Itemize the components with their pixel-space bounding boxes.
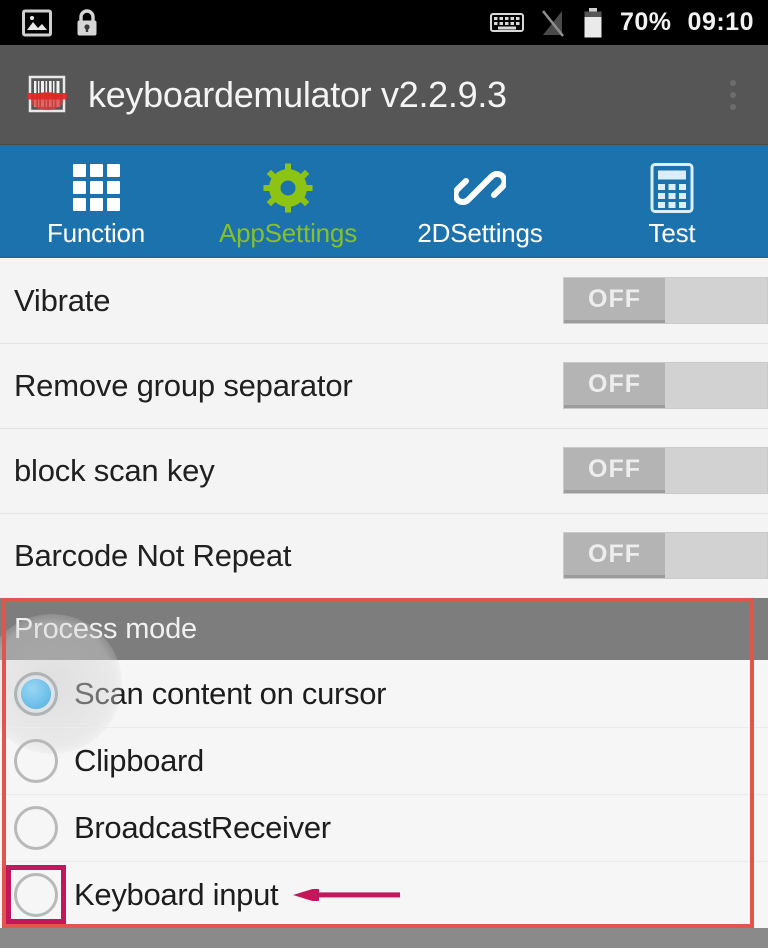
status-bar-left-icons	[22, 8, 100, 38]
tab-test-label: Test	[648, 217, 696, 248]
lock-icon	[77, 8, 97, 35]
process-mode-header: Process mode	[0, 598, 768, 660]
setting-label: Vibrate	[14, 282, 111, 318]
toggle-block-scan-key[interactable]: OFF	[563, 447, 768, 494]
status-bar-right-icons: 70% 09:10	[490, 7, 754, 39]
radio-row-broadcastreceiver[interactable]: BroadcastReceiver	[0, 794, 768, 861]
setting-label: Remove group separator	[14, 367, 353, 403]
signal-off-icon	[541, 9, 565, 37]
setting-row-block-scan-key[interactable]: block scan key OFF	[0, 428, 768, 513]
gear-icon	[262, 162, 314, 214]
battery-percent-label: 70%	[620, 8, 672, 36]
toggle-state-label: OFF	[588, 454, 641, 483]
radio-label: BroadcastReceiver	[74, 809, 331, 845]
settings-list: Vibrate OFF Remove group separator OFF b…	[0, 258, 768, 598]
app-title-bar: keyboardemulator v2.2.9.3	[0, 45, 768, 145]
toggle-state-label: OFF	[588, 539, 641, 568]
radio-row-scan-content-on-cursor[interactable]: Scan content on cursor	[0, 614, 768, 754]
grid-icon	[72, 162, 120, 214]
toggle-vibrate[interactable]: OFF	[563, 277, 768, 324]
setting-label: Barcode Not Repeat	[14, 537, 292, 573]
radio-scan-content-on-cursor[interactable]	[14, 671, 58, 716]
calculator-icon	[648, 162, 696, 214]
setting-row-barcode-not-repeat[interactable]: Barcode Not Repeat OFF	[0, 513, 768, 598]
radio-label: Scan content on cursor	[74, 675, 387, 711]
app-title: keyboardemulator v2.2.9.3	[88, 73, 507, 115]
toggle-state-label: OFF	[588, 369, 641, 398]
tab-2dsettings[interactable]: 2DSettings	[384, 145, 576, 256]
barcode-icon	[22, 70, 72, 120]
radio-broadcastreceiver[interactable]	[14, 805, 58, 850]
toggle-barcode-not-repeat[interactable]: OFF	[563, 532, 768, 579]
toggle-state-label: OFF	[588, 284, 641, 313]
toggle-remove-group-separator[interactable]: OFF	[563, 362, 768, 409]
tab-function[interactable]: Function	[0, 145, 192, 256]
tab-bar: Function AppSettings 2DSettings Test	[0, 145, 768, 258]
radio-row-keyboard-input[interactable]: Keyboard input	[0, 861, 768, 928]
radio-keyboard-input[interactable]	[14, 872, 58, 917]
setting-row-remove-group-separator[interactable]: Remove group separator OFF	[0, 343, 768, 428]
tab-appsettings-label: AppSettings	[218, 217, 357, 248]
tab-2dsettings-label: 2DSettings	[417, 217, 543, 248]
image-icon	[22, 9, 52, 36]
process-mode-options: Scan content on cursor Clipboard Broadca…	[0, 614, 768, 928]
phone-screen: 70% 09:10 keyboardemulator v2.2.9.3 Func…	[0, 0, 768, 948]
status-bar: 70% 09:10	[0, 0, 768, 45]
tab-function-label: Function	[46, 217, 146, 248]
pointer-arrow-annotation	[293, 889, 400, 901]
overflow-menu-icon[interactable]	[718, 71, 748, 119]
keyboard-icon	[490, 12, 524, 32]
clock-label: 09:10	[687, 8, 754, 36]
process-mode-title: Process mode	[14, 612, 197, 645]
battery-icon	[584, 7, 602, 37]
process-mode-section: Process mode Scan content on cursor Clip…	[0, 598, 768, 928]
setting-row-vibrate[interactable]: Vibrate OFF	[0, 258, 768, 343]
tab-test[interactable]: Test	[576, 145, 768, 256]
radio-label: Clipboard	[74, 742, 204, 778]
tab-appsettings[interactable]: AppSettings	[192, 145, 384, 256]
bottom-bar	[0, 928, 768, 948]
radio-row-clipboard[interactable]: Clipboard	[0, 727, 768, 794]
setting-label: block scan key	[14, 452, 215, 488]
radio-label: Keyboard input	[74, 876, 279, 912]
radio-clipboard[interactable]	[14, 738, 58, 783]
link-icon	[454, 162, 506, 214]
